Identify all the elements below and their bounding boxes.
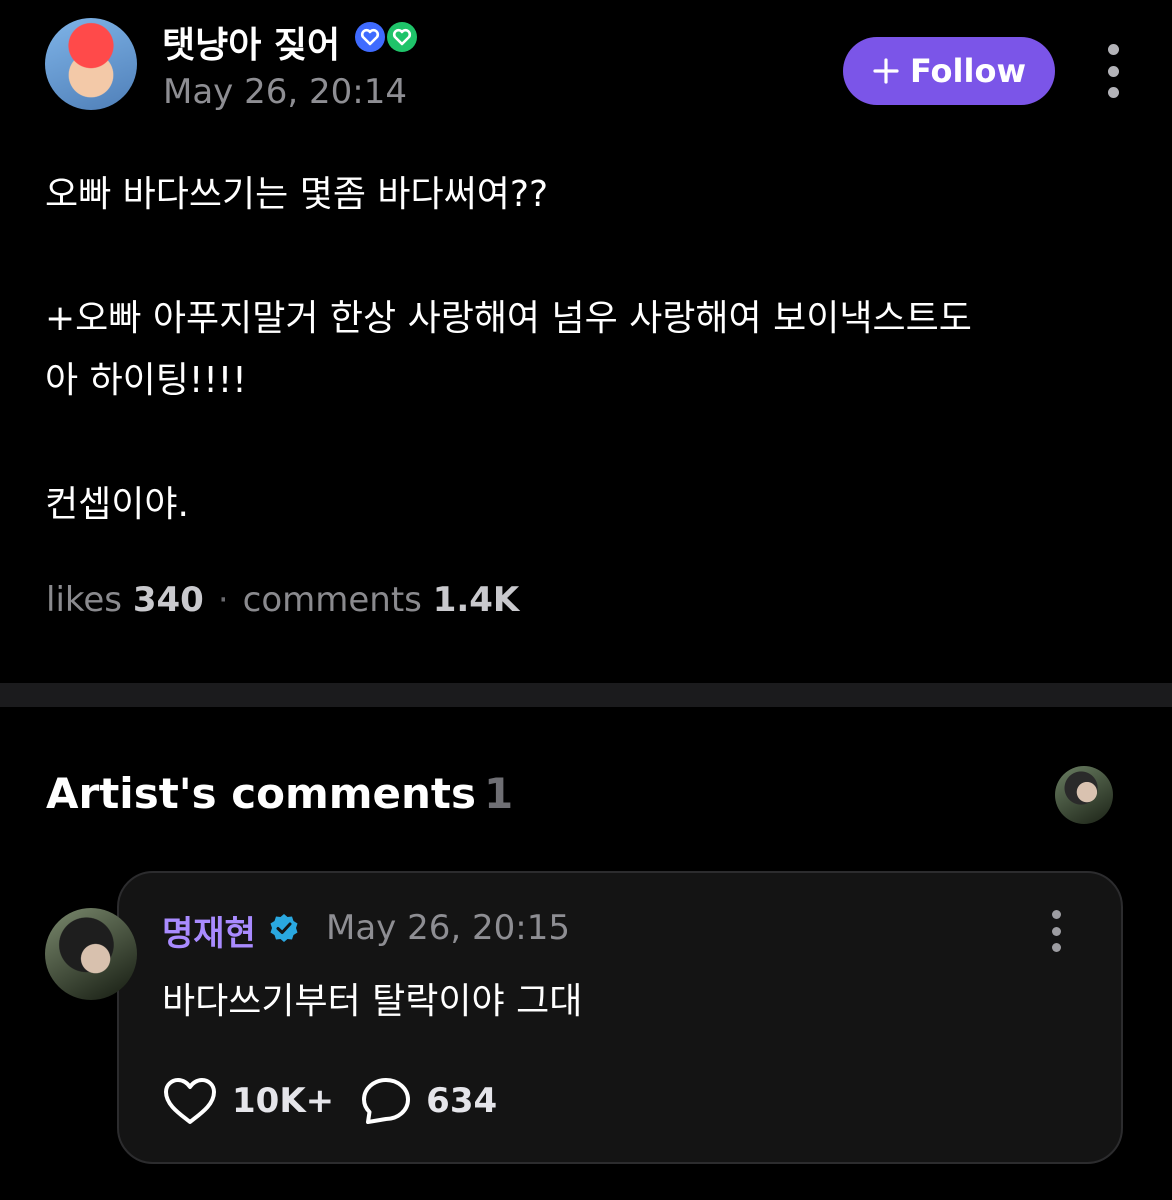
kebab-menu-icon[interactable]	[1100, 44, 1126, 98]
likes-stat[interactable]: likes 340	[46, 580, 204, 620]
follow-button-label: Follow	[909, 52, 1027, 90]
comment-bubble-icon	[362, 1078, 411, 1124]
section-divider	[0, 683, 1172, 707]
comment-date: May 26, 20:15	[326, 908, 570, 948]
author-badges	[355, 22, 417, 52]
like-button[interactable]: 10K+	[162, 1076, 334, 1126]
post-line: 컨셉이야.	[45, 484, 189, 525]
comment-text: 바다쓰기부터 탈락이야 그대	[162, 981, 583, 1022]
likes-label: likes	[46, 580, 123, 620]
heart-icon	[164, 1078, 216, 1124]
post-stats: likes 340 · comments 1.4K	[46, 580, 519, 620]
artist-comments-title: Artist's comments 1	[46, 769, 513, 818]
stat-separator: ·	[217, 580, 229, 620]
post-date: May 26, 20:14	[163, 72, 407, 112]
post-line: 오빠 바다쓰기는 몇좀 바다써여??	[45, 174, 549, 215]
post-line: +오빠 아푸지말거 한상 사랑해여 넘우 사랑해여 보이낵스트도	[45, 298, 972, 339]
comment-kebab-menu-icon[interactable]	[1046, 910, 1066, 952]
verified-icon	[270, 914, 298, 942]
post-body: 오빠 바다쓰기는 몇좀 바다써여?? +오빠 아푸지말거 한상 사랑해여 넘우 …	[45, 164, 1125, 536]
likes-count: 340	[132, 580, 204, 620]
artist-avatar[interactable]	[45, 908, 137, 1000]
artist-avatar-small[interactable]	[1055, 766, 1113, 824]
comment-actions: 10K+ 634	[162, 1076, 497, 1126]
author-name[interactable]: 탯냥아 짖어	[162, 16, 340, 68]
follow-button[interactable]: Follow	[843, 37, 1055, 105]
post-line: 아 하이팅!!!!	[45, 360, 247, 401]
comments-label: comments	[242, 580, 422, 620]
reply-button[interactable]: 634	[360, 1076, 497, 1126]
author-avatar[interactable]	[45, 18, 137, 110]
artist-comments-label: Artist's comments	[46, 769, 476, 818]
comments-stat[interactable]: comments 1.4K	[243, 580, 520, 620]
subscriber-badge-icon	[387, 22, 417, 52]
reply-count: 634	[426, 1081, 498, 1121]
artist-name[interactable]: 명재현	[162, 906, 256, 955]
like-count: 10K+	[232, 1081, 335, 1121]
membership-badge-icon	[355, 22, 385, 52]
plus-icon	[873, 58, 899, 84]
comments-count: 1.4K	[432, 580, 520, 620]
artist-comments-count: 1	[484, 769, 514, 818]
